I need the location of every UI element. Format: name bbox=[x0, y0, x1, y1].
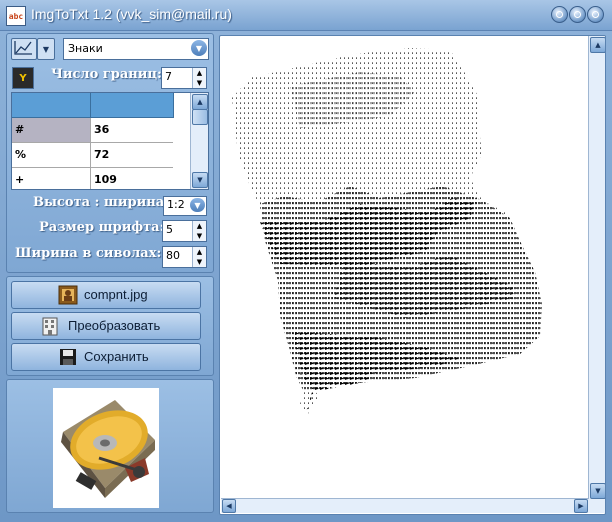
spin-down-icon[interactable]: ▼ bbox=[192, 78, 206, 88]
open-image-label: compnt.jpg bbox=[84, 287, 148, 302]
window-title: ImgToTxt 1.2 (vvk_sim@mail.ru) bbox=[31, 6, 232, 22]
table-row[interactable]: % 72 bbox=[12, 143, 173, 168]
app-icon[interactable]: abc bbox=[6, 6, 26, 26]
preview-panel bbox=[6, 379, 214, 513]
table-scrollbar[interactable]: ▲ ▼ bbox=[190, 93, 208, 189]
spin-up-icon[interactable]: ▲ bbox=[192, 68, 206, 78]
table-row[interactable]: + 109 bbox=[12, 168, 173, 189]
scroll-left-icon[interactable]: ◀ bbox=[222, 499, 236, 513]
row-value: 72 bbox=[94, 148, 110, 161]
building-icon bbox=[42, 317, 58, 336]
chart-icon bbox=[14, 41, 32, 55]
width-label: Ширина в сиволах: bbox=[15, 246, 162, 261]
ratio-label: Высота : ширина bbox=[33, 195, 165, 210]
font-size-label: Размер шрифта: bbox=[39, 220, 165, 235]
spin-down-icon[interactable]: ▼ bbox=[192, 257, 206, 267]
chart-dropdown-button[interactable]: ▼ bbox=[37, 38, 55, 60]
row-char: + bbox=[15, 173, 25, 186]
minimize-button[interactable] bbox=[551, 6, 568, 23]
left-panel: ▼ Знаки ▼ Y Число границ: 7 ▲ ▼ # 36 % 7… bbox=[6, 33, 214, 513]
ascii-art-preview bbox=[232, 48, 542, 414]
actions-panel: compnt.jpg Преобразовать Сохранить bbox=[6, 276, 214, 376]
mode-select-value: Знаки bbox=[68, 42, 103, 55]
title-bar[interactable]: abc ImgToTxt 1.2 (vvk_sim@mail.ru) bbox=[0, 0, 612, 31]
ascii-output-area[interactable]: ▲ ▼ ◀ ▶ bbox=[219, 35, 606, 515]
row-value: 109 bbox=[94, 173, 117, 186]
convert-label: Преобразовать bbox=[68, 318, 161, 333]
width-value: 80 bbox=[166, 249, 180, 262]
close-button[interactable] bbox=[587, 6, 604, 23]
width-spinner[interactable]: 80 ▲ ▼ bbox=[162, 246, 207, 268]
symbols-table[interactable]: # 36 % 72 + 109 ▲ ▼ bbox=[11, 92, 209, 190]
save-label: Сохранить bbox=[84, 349, 149, 364]
table-row[interactable]: # 36 bbox=[12, 118, 173, 143]
font-size-spinner[interactable]: 5 ▲ ▼ bbox=[162, 220, 207, 242]
output-vertical-scrollbar[interactable]: ▲ ▼ bbox=[588, 36, 605, 513]
output-horizontal-scrollbar[interactable]: ◀ ▶ bbox=[221, 498, 589, 513]
source-image-preview bbox=[53, 388, 159, 508]
chevron-down-icon[interactable]: ▼ bbox=[190, 198, 205, 212]
row-char: % bbox=[15, 148, 27, 161]
scroll-down-icon[interactable]: ▼ bbox=[590, 483, 605, 499]
scroll-down-icon[interactable]: ▼ bbox=[192, 172, 208, 188]
font-size-value: 5 bbox=[166, 223, 173, 236]
chevron-down-icon[interactable]: ▼ bbox=[191, 40, 207, 56]
vertical-text-icon[interactable]: Y bbox=[12, 67, 34, 89]
spin-up-icon[interactable]: ▲ bbox=[192, 221, 206, 231]
spin-down-icon[interactable]: ▼ bbox=[192, 231, 206, 241]
chart-type-button[interactable] bbox=[11, 38, 37, 60]
mode-select[interactable]: Знаки ▼ bbox=[63, 38, 209, 60]
scroll-right-icon[interactable]: ▶ bbox=[574, 499, 588, 513]
settings-panel: ▼ Знаки ▼ Y Число границ: 7 ▲ ▼ # 36 % 7… bbox=[6, 33, 214, 273]
row-value: 36 bbox=[94, 123, 110, 136]
floppy-disk-icon bbox=[60, 349, 76, 365]
ratio-select[interactable]: 1:2 ▼ bbox=[163, 196, 207, 216]
scroll-up-icon[interactable]: ▲ bbox=[192, 94, 208, 110]
ratio-value: 1:2 bbox=[167, 198, 185, 211]
hard-drive-image bbox=[61, 400, 155, 498]
table-header-char[interactable] bbox=[12, 93, 91, 118]
spin-up-icon[interactable]: ▲ bbox=[192, 247, 206, 257]
convert-button[interactable]: Преобразовать bbox=[11, 312, 201, 340]
maximize-button[interactable] bbox=[569, 6, 586, 23]
bounds-value: 7 bbox=[165, 70, 172, 83]
bounds-label: Число границ: bbox=[51, 67, 162, 82]
save-button[interactable]: Сохранить bbox=[11, 343, 201, 371]
app-window: abc ImgToTxt 1.2 (vvk_sim@mail.ru) ▼ Зна… bbox=[0, 0, 612, 522]
picture-frame-icon bbox=[58, 285, 78, 305]
scroll-thumb[interactable] bbox=[192, 109, 208, 125]
bounds-spinner[interactable]: 7 ▲ ▼ bbox=[161, 67, 207, 89]
scroll-up-icon[interactable]: ▲ bbox=[590, 37, 605, 53]
table-header-value[interactable] bbox=[91, 93, 174, 118]
open-image-button[interactable]: compnt.jpg bbox=[11, 281, 201, 309]
row-char: # bbox=[15, 123, 25, 136]
